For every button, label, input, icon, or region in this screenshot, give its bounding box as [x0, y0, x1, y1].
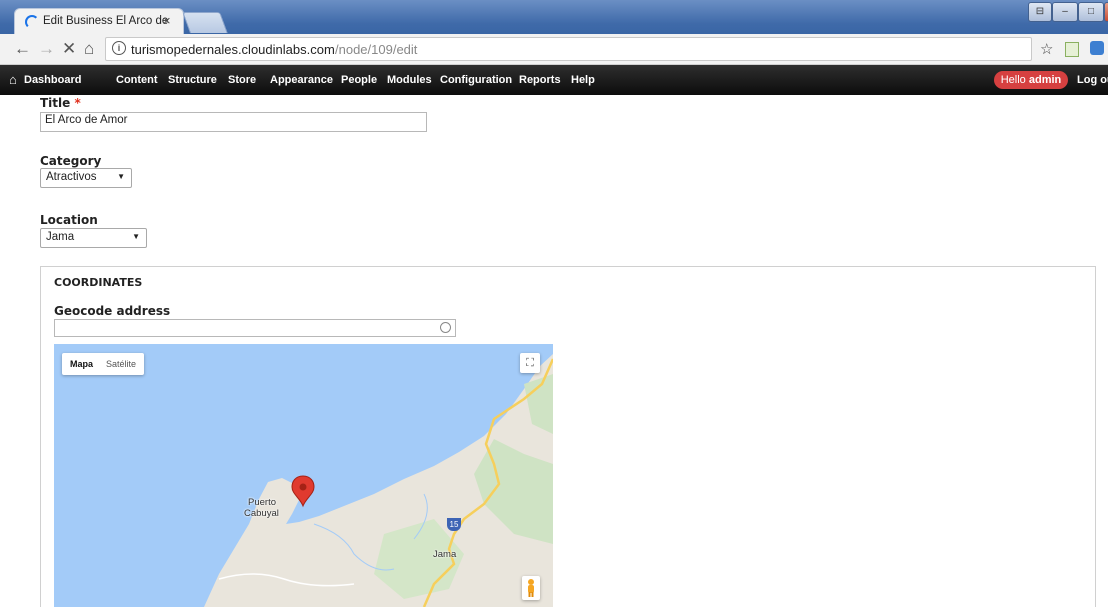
- browser-tab[interactable]: Edit Business El Arco de ×: [14, 8, 184, 35]
- forward-arrow-icon[interactable]: →: [38, 39, 55, 59]
- url-host: turismopedernales.cloudinlabs.com: [131, 42, 335, 57]
- map-canvas: [204, 354, 553, 607]
- tab-close-icon[interactable]: ×: [163, 13, 171, 28]
- required-marker: *: [74, 96, 81, 110]
- back-arrow-icon[interactable]: ←: [14, 39, 31, 59]
- title-label: Title *: [40, 96, 81, 110]
- map-place-label: Cabuyal: [244, 508, 279, 519]
- autocomplete-throbber-icon: [440, 322, 451, 333]
- coordinates-legend: COORDINATES: [54, 276, 143, 289]
- toolbar-item-appearance[interactable]: Appearance: [270, 74, 333, 86]
- chevron-down-icon: ▼: [132, 232, 140, 241]
- toolbar-item-content[interactable]: Content: [116, 74, 158, 86]
- toolbar-item-people[interactable]: People: [341, 74, 377, 86]
- browser-tab-strip: Edit Business El Arco de × ⊟ – □: [0, 0, 1108, 35]
- highway-shield-icon: 15: [447, 518, 461, 531]
- user-badge[interactable]: Hello admin: [994, 71, 1068, 89]
- toolbar-item-help[interactable]: Help: [571, 74, 595, 86]
- extension-icon[interactable]: [1090, 41, 1104, 55]
- minimize-icon[interactable]: –: [1052, 2, 1078, 22]
- category-label: Category: [40, 154, 102, 168]
- background-window-title: [450, 8, 690, 22]
- geocode-label: Geocode address: [54, 304, 171, 318]
- extension-icon[interactable]: [1065, 42, 1079, 57]
- url-field[interactable]: i turismopedernales.cloudinlabs.com /nod…: [105, 37, 1032, 61]
- map-type-map-button[interactable]: Mapa: [70, 359, 93, 369]
- fullscreen-icon[interactable]: ⛶: [520, 353, 540, 373]
- url-path: /node/109/edit: [335, 42, 418, 57]
- user-name: admin: [1028, 74, 1062, 86]
- stop-icon[interactable]: ✕: [62, 39, 76, 59]
- location-value: Jama: [46, 231, 75, 243]
- title-input[interactable]: El Arco de Amor: [40, 112, 427, 132]
- address-bar-row: ← → ✕ ⌂ i turismopedernales.cloudinlabs.…: [0, 34, 1108, 65]
- pegman-glyph: [528, 579, 534, 597]
- map-type-control[interactable]: Mapa Satélite: [62, 353, 144, 375]
- chevron-down-icon: ▼: [117, 172, 125, 181]
- map-type-satellite-button[interactable]: Satélite: [106, 359, 136, 369]
- geocode-input[interactable]: [54, 319, 456, 337]
- toolbar-item-reports[interactable]: Reports: [519, 74, 561, 86]
- bookmark-star-icon[interactable]: ☆: [1040, 40, 1053, 58]
- close-window-icon[interactable]: [1104, 2, 1108, 22]
- window-controls: ⊟ – □: [1028, 2, 1108, 22]
- map-widget[interactable]: Puerto Cabuyal Jama 15 Mapa Satélite ⛶: [54, 344, 553, 607]
- maximize-icon[interactable]: □: [1078, 2, 1104, 22]
- loading-spinner-icon: [25, 15, 39, 29]
- map-place-label: Puerto: [248, 497, 276, 508]
- logout-link[interactable]: Log ou: [1077, 74, 1108, 86]
- home-icon[interactable]: ⌂: [9, 72, 17, 87]
- coordinates-fieldset: COORDINATES Geocode address Puerto Cabuy…: [40, 266, 1096, 607]
- location-label: Location: [40, 213, 98, 227]
- title-label-text: Title: [40, 96, 71, 110]
- toolbar-item-store[interactable]: Store: [228, 74, 256, 86]
- tab-title: Edit Business El Arco de: [43, 15, 169, 27]
- category-value: Atractivos: [46, 171, 97, 183]
- hello-text: Hello: [1000, 74, 1026, 86]
- toolbar-item-structure[interactable]: Structure: [168, 74, 217, 86]
- toolbar-item-dashboard[interactable]: Dashboard: [24, 74, 81, 86]
- street-view-pegman-icon[interactable]: [522, 576, 540, 600]
- location-select[interactable]: Jama ▼: [40, 228, 147, 248]
- info-icon[interactable]: i: [112, 41, 126, 55]
- category-select[interactable]: Atractivos ▼: [40, 168, 132, 188]
- window-menu-icon[interactable]: ⊟: [1028, 2, 1052, 22]
- toolbar-item-modules[interactable]: Modules: [387, 74, 432, 86]
- toolbar-item-configuration[interactable]: Configuration: [440, 74, 512, 86]
- home-icon[interactable]: ⌂: [84, 39, 94, 59]
- map-place-label: Jama: [433, 549, 457, 560]
- admin-toolbar: ⌂ Dashboard Content Structure Store Appe…: [0, 65, 1108, 95]
- new-tab-button[interactable]: [182, 12, 228, 33]
